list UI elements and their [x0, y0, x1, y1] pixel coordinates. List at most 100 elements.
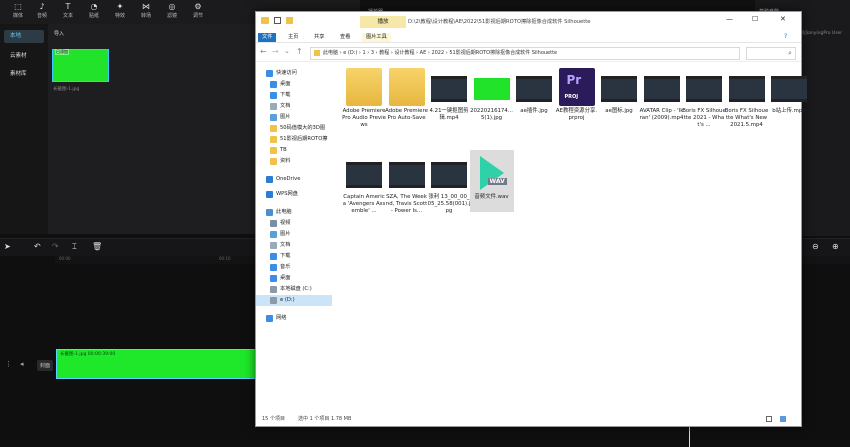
context-tab-play[interactable]: 播放: [360, 16, 406, 28]
nav-item[interactable]: OneDrive: [256, 174, 332, 185]
forward-icon[interactable]: →: [272, 47, 279, 56]
nav-item-label: 快速访问: [276, 70, 297, 76]
nav-item[interactable]: 资料: [256, 156, 332, 167]
breadcrumb-2[interactable]: 1: [363, 50, 366, 56]
help-icon[interactable]: ?: [784, 33, 787, 40]
breadcrumb-0[interactable]: 此电脑: [323, 50, 338, 56]
nav-item[interactable]: 桌面: [256, 273, 332, 284]
close-icon[interactable]: ✕: [780, 15, 786, 23]
file-item[interactable]: Pr PROJ AE教程资源分享.prproj: [556, 68, 597, 148]
nav-item-label: 50码值模大的3D图: [280, 125, 326, 131]
premiere-project-icon: Pr PROJ: [558, 68, 595, 106]
select-tool-icon[interactable]: ➤: [4, 242, 11, 251]
back-icon[interactable]: ←: [260, 47, 267, 56]
file-item[interactable]: SZA, The Weeknd, Travis Scott - Power Is…: [386, 154, 427, 234]
breadcrumb-4[interactable]: 教程: [379, 50, 389, 56]
file-item[interactable]: Boris FX Silhouette 2021 - What's ...: [682, 68, 726, 148]
tool-transition[interactable]: ⋈ 转场: [134, 2, 158, 22]
tool-sticker[interactable]: ◔ 贴纸: [82, 2, 106, 22]
file-item[interactable]: ae插件.jpg: [514, 68, 554, 148]
file-item[interactable]: 4.21一键抠图剪辑.mp4: [429, 68, 469, 148]
breadcrumb-8[interactable]: 51影视后期ROTO擦除抠像合成软件 Silhouette: [449, 50, 557, 56]
nav-item[interactable]: 音乐: [256, 262, 332, 273]
nav-item[interactable]: 图片: [256, 229, 332, 240]
proj-label: PROJ: [564, 94, 579, 100]
nav-item-label: 图片: [280, 114, 291, 120]
tool-audio[interactable]: ♪ 音频: [30, 2, 54, 22]
file-item[interactable]: Captain America 'Avengers Assemble' ...: [343, 154, 385, 234]
track-lock-icon[interactable]: ⋮: [5, 360, 12, 368]
nav-item-label: 下载: [280, 253, 291, 259]
nav-item[interactable]: e (D:): [256, 295, 332, 306]
track-audio-icon[interactable]: ◂: [20, 360, 24, 368]
icons-view-icon[interactable]: [780, 416, 786, 422]
breadcrumb-5[interactable]: 设计教程: [394, 50, 414, 56]
file-item[interactable]: WAV 音频文件.wav: [469, 150, 514, 234]
added-badge: 已添加: [55, 49, 69, 55]
file-item[interactable]: Boris FX Silhouette What's New 2021.5.mp…: [725, 68, 768, 148]
media-file-name: 长截图-1.jpg: [53, 87, 80, 92]
new-folder-icon[interactable]: [286, 17, 293, 24]
nav-item[interactable]: 网络: [256, 313, 332, 324]
cover-button[interactable]: 封面: [37, 360, 54, 371]
nav-item[interactable]: 本地磁盘 (C:): [256, 284, 332, 295]
nav-item[interactable]: 视频: [256, 218, 332, 229]
tool-text[interactable]: T 文本: [56, 2, 80, 22]
file-item[interactable]: ae图标.jpg: [599, 68, 639, 148]
recent-icon[interactable]: ⌄: [284, 47, 290, 55]
undo-icon[interactable]: ↶: [34, 242, 41, 251]
tab-picture-tools[interactable]: 图片工具: [362, 33, 391, 42]
file-item[interactable]: Adobe Premiere Pro Auto-Save: [385, 68, 428, 148]
tool-filter[interactable]: ◎ 滤镜: [160, 2, 184, 22]
nav-local[interactable]: 本地: [4, 30, 44, 43]
media-thumbnail[interactable]: 已添加: [52, 49, 109, 82]
breadcrumb-1[interactable]: e (D:): [343, 50, 357, 56]
nav-item[interactable]: 此电脑: [256, 207, 332, 218]
search-input[interactable]: ⌕: [746, 47, 796, 60]
audio-file-icon: WAV: [474, 154, 510, 192]
nav-item[interactable]: 快速访问: [256, 68, 332, 79]
nav-item[interactable]: 桌面: [256, 79, 332, 90]
nav-item[interactable]: 图片: [256, 112, 332, 123]
breadcrumb-3[interactable]: 3: [371, 50, 374, 56]
details-view-icon[interactable]: [766, 416, 772, 422]
import-button[interactable]: 导入: [54, 30, 64, 37]
nav-item[interactable]: TB: [256, 145, 332, 156]
zoom-in-icon[interactable]: ⊕: [832, 242, 839, 251]
redo-icon[interactable]: ↷: [52, 242, 59, 251]
file-item[interactable]: 20220216174...5(1).jpg: [470, 68, 513, 148]
split-icon[interactable]: ⌶: [72, 242, 77, 252]
tab-home[interactable]: 主页: [284, 33, 302, 42]
address-bar[interactable]: 此电脑 › e (D:) › 1 › 3 › 教程 › 设计教程 › AE › …: [310, 47, 740, 60]
properties-icon[interactable]: [274, 17, 281, 24]
breadcrumb-6[interactable]: AE: [420, 50, 427, 56]
nav-item[interactable]: 下载: [256, 251, 332, 262]
nav-item[interactable]: 50码值模大的3D图: [256, 123, 332, 134]
delete-icon[interactable]: 🗑: [92, 242, 102, 251]
file-item[interactable]: AVATAR Clip - 'Ikran' (2009).mp4: [640, 68, 683, 148]
filter-icon: ◎: [168, 2, 176, 11]
nav-item[interactable]: 文档: [256, 240, 332, 251]
tab-file[interactable]: 文件: [258, 33, 277, 42]
tool-media[interactable]: ⬚ 媒体: [6, 2, 30, 22]
breadcrumb-7[interactable]: 2022: [431, 50, 444, 56]
maximize-icon[interactable]: ☐: [752, 15, 758, 23]
minimize-icon[interactable]: —: [726, 15, 733, 23]
nav-item[interactable]: 文档: [256, 101, 332, 112]
tab-share[interactable]: 共享: [310, 33, 328, 42]
nav-cloud[interactable]: 云素材: [4, 50, 44, 63]
nav-library[interactable]: 素材库: [4, 68, 44, 81]
file-item[interactable]: 张利 13_00_00_05_25.58(001).jpg: [428, 154, 470, 234]
file-item[interactable]: Adobe Premiere Pro Audio Previews: [342, 68, 386, 148]
tool-effects[interactable]: ✦ 特效: [108, 2, 132, 22]
file-item[interactable]: b站上传.mp4: [769, 68, 809, 148]
nav-item-label: 此电脑: [276, 209, 292, 215]
tab-view[interactable]: 查看: [336, 33, 354, 42]
zoom-out-icon[interactable]: ⊖: [812, 242, 819, 251]
nav-item[interactable]: 51影视后期ROTO擦: [256, 134, 332, 145]
up-icon[interactable]: ↑: [296, 47, 303, 56]
tool-adjust[interactable]: ⚙ 调节: [186, 2, 210, 22]
timeline-clip[interactable]: 长截图-1.jpg 00:00:39:00: [56, 349, 256, 379]
nav-item[interactable]: WPS网盘: [256, 189, 332, 200]
nav-item[interactable]: 下载: [256, 90, 332, 101]
